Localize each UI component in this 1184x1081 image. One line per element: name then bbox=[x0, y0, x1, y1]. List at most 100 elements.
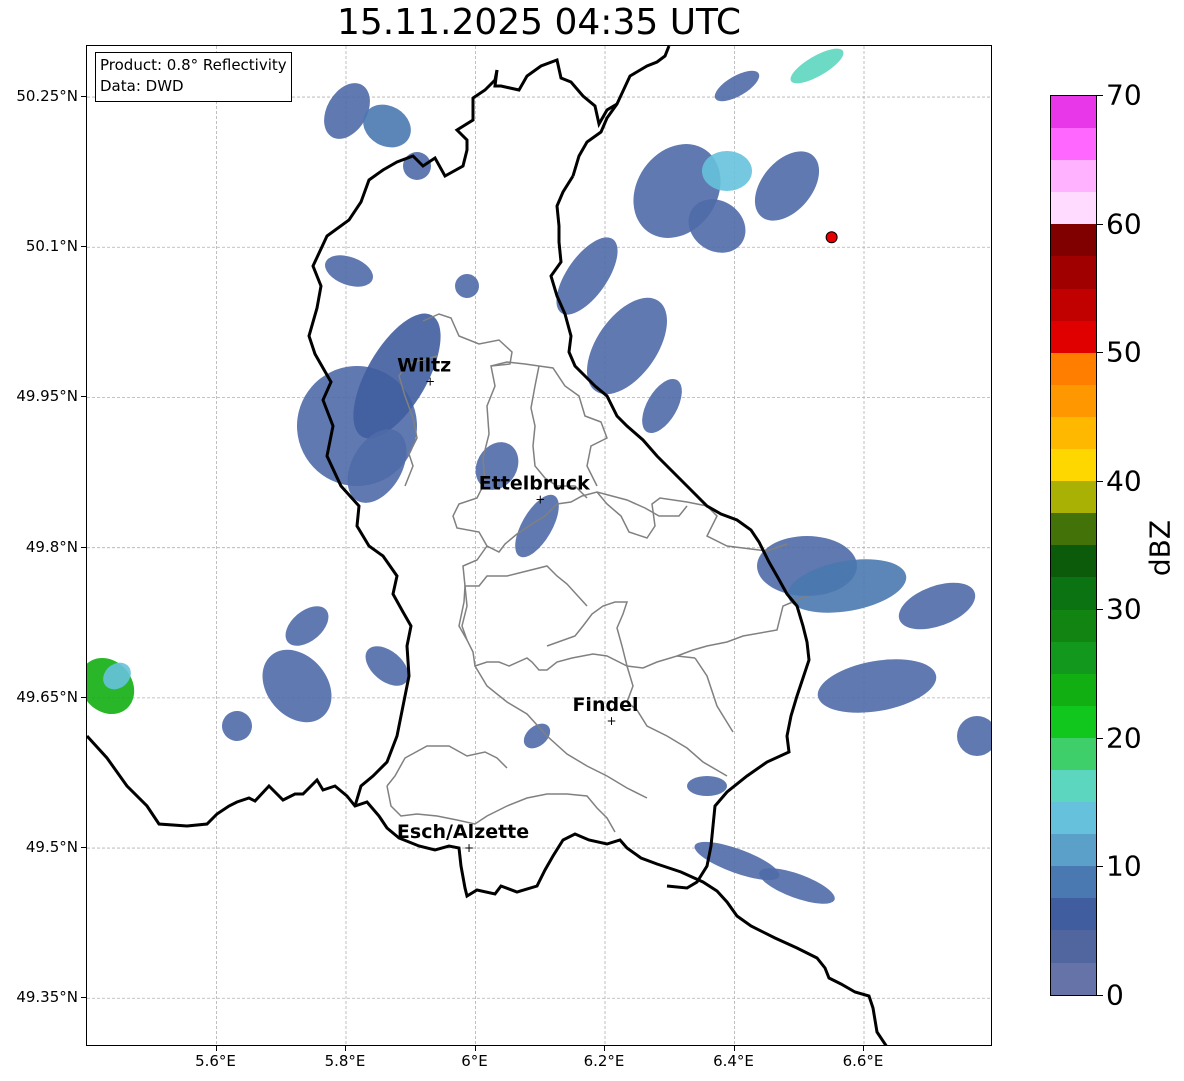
y-tick bbox=[81, 847, 86, 849]
y-tick bbox=[81, 997, 86, 999]
colorbar-tick bbox=[1097, 737, 1103, 739]
x-tick bbox=[863, 1046, 864, 1051]
colorbar-tick-label: 60 bbox=[1106, 207, 1142, 241]
city-cross-icon: + bbox=[606, 714, 616, 728]
radar-echo bbox=[687, 776, 727, 796]
info-box: Product: 0.8° Reflectivity Data: DWD bbox=[95, 52, 292, 102]
radar-echo bbox=[556, 237, 618, 315]
colorbar-segment bbox=[1051, 416, 1096, 450]
radar-echo bbox=[403, 152, 431, 180]
radar-echo bbox=[898, 582, 976, 630]
colorbar-segment bbox=[1051, 705, 1096, 738]
radar-echo bbox=[222, 711, 252, 741]
canton-border bbox=[386, 745, 508, 787]
x-tick bbox=[474, 1046, 476, 1051]
radar-echo bbox=[455, 274, 479, 298]
canton-border bbox=[546, 601, 629, 667]
colorbar-segment bbox=[1051, 192, 1096, 225]
colorbar-tick-label: 30 bbox=[1106, 592, 1142, 626]
colorbar-segment bbox=[1051, 449, 1096, 482]
colorbar bbox=[1050, 95, 1097, 996]
colorbar-segment bbox=[1051, 802, 1096, 835]
colorbar-tick bbox=[1097, 995, 1103, 996]
colorbar-segment bbox=[1051, 513, 1096, 546]
x-tick-label: 6.4°E bbox=[713, 1052, 754, 1070]
colorbar-segment bbox=[1051, 609, 1096, 642]
x-tick-label: 5.8°E bbox=[324, 1052, 366, 1070]
x-tick bbox=[733, 1046, 735, 1051]
colorbar-segment bbox=[1051, 481, 1096, 514]
national-border bbox=[87, 734, 888, 1045]
radar-echo bbox=[754, 151, 820, 221]
x-tick bbox=[345, 1046, 346, 1051]
y-tick-label: 50.25°N bbox=[16, 87, 78, 106]
colorbar-title: dBZ bbox=[1143, 519, 1177, 577]
colorbar-segment bbox=[1051, 898, 1096, 931]
radar-echo bbox=[790, 48, 844, 84]
y-tick-label: 49.35°N bbox=[16, 988, 78, 1007]
canton-border bbox=[474, 665, 648, 799]
canton-border bbox=[676, 595, 808, 657]
radar-map-canvas: +Wiltz+Ettelbruck+Findel+Esch/Alzette bbox=[87, 46, 991, 1045]
x-tick bbox=[604, 1046, 605, 1051]
radar-echo bbox=[714, 70, 760, 102]
colorbar-segment bbox=[1051, 641, 1096, 674]
colorbar-tick bbox=[1097, 609, 1103, 611]
y-tick-label: 50.1°N bbox=[25, 237, 78, 256]
colorbar-segment bbox=[1051, 256, 1096, 289]
colorbar-segment bbox=[1051, 834, 1096, 867]
national-border bbox=[493, 46, 671, 129]
canton-border bbox=[461, 545, 696, 671]
radar-echo bbox=[759, 868, 835, 904]
radar-echo bbox=[957, 716, 991, 756]
colorbar-tick-label: 10 bbox=[1106, 849, 1142, 883]
location-marker[interactable] bbox=[825, 231, 838, 244]
radar-echo bbox=[817, 659, 937, 713]
x-tick bbox=[215, 1046, 217, 1051]
radar-echo bbox=[325, 255, 373, 287]
point-markers bbox=[825, 231, 838, 244]
y-tick-label: 49.95°N bbox=[16, 387, 78, 406]
x-tick-label: 6.2°E bbox=[583, 1052, 625, 1070]
colorbar-segment bbox=[1051, 962, 1096, 995]
national-border bbox=[571, 103, 619, 177]
y-tick bbox=[81, 696, 86, 698]
y-tick bbox=[81, 396, 86, 398]
city-marker: +Esch/Alzette bbox=[397, 821, 529, 855]
colorbar-segment bbox=[1051, 930, 1096, 963]
radar-echo bbox=[642, 378, 682, 434]
city-cross-icon: + bbox=[425, 374, 435, 388]
radar-map[interactable]: + Wiltz + Ettelbruck + Findel + Esch/Alzette bbox=[86, 45, 992, 1046]
colorbar-tick bbox=[1097, 480, 1103, 482]
data-source-label: Data: DWD bbox=[100, 77, 184, 95]
canton-border bbox=[458, 565, 588, 641]
colorbar-tick-label: 20 bbox=[1106, 721, 1142, 755]
product-label: Product: 0.8° Reflectivity bbox=[100, 56, 287, 74]
city-cross-icon: + bbox=[464, 841, 474, 855]
colorbar-segment bbox=[1051, 96, 1096, 129]
colorbar-tick-label: 40 bbox=[1106, 464, 1142, 498]
y-tick-label: 49.5°N bbox=[25, 838, 78, 857]
colorbar-tick-label: 0 bbox=[1106, 978, 1124, 1012]
city-label: Ettelbruck bbox=[479, 473, 590, 495]
city-cross-icon: + bbox=[535, 493, 545, 507]
y-tick bbox=[81, 546, 86, 548]
colorbar-tick bbox=[1097, 95, 1103, 96]
colorbar-segment bbox=[1051, 384, 1096, 417]
canton-border bbox=[694, 657, 734, 733]
colorbar-segment bbox=[1051, 160, 1096, 193]
colorbar-segment bbox=[1051, 673, 1096, 706]
x-tick-label: 6°E bbox=[461, 1052, 488, 1070]
city-marker: +Findel bbox=[572, 694, 638, 728]
x-tick-label: 6.6°E bbox=[842, 1052, 884, 1070]
colorbar-segment bbox=[1051, 769, 1096, 803]
colorbar-segment bbox=[1051, 288, 1096, 321]
y-tick-label: 49.65°N bbox=[16, 687, 78, 706]
radar-echo bbox=[702, 151, 752, 191]
colorbar-segment bbox=[1051, 320, 1096, 353]
colorbar-segment bbox=[1051, 737, 1096, 770]
colorbar-segment bbox=[1051, 352, 1096, 385]
city-label: Esch/Alzette bbox=[397, 821, 529, 843]
colorbar-tick bbox=[1097, 352, 1103, 354]
city-label: Wiltz bbox=[397, 354, 451, 376]
